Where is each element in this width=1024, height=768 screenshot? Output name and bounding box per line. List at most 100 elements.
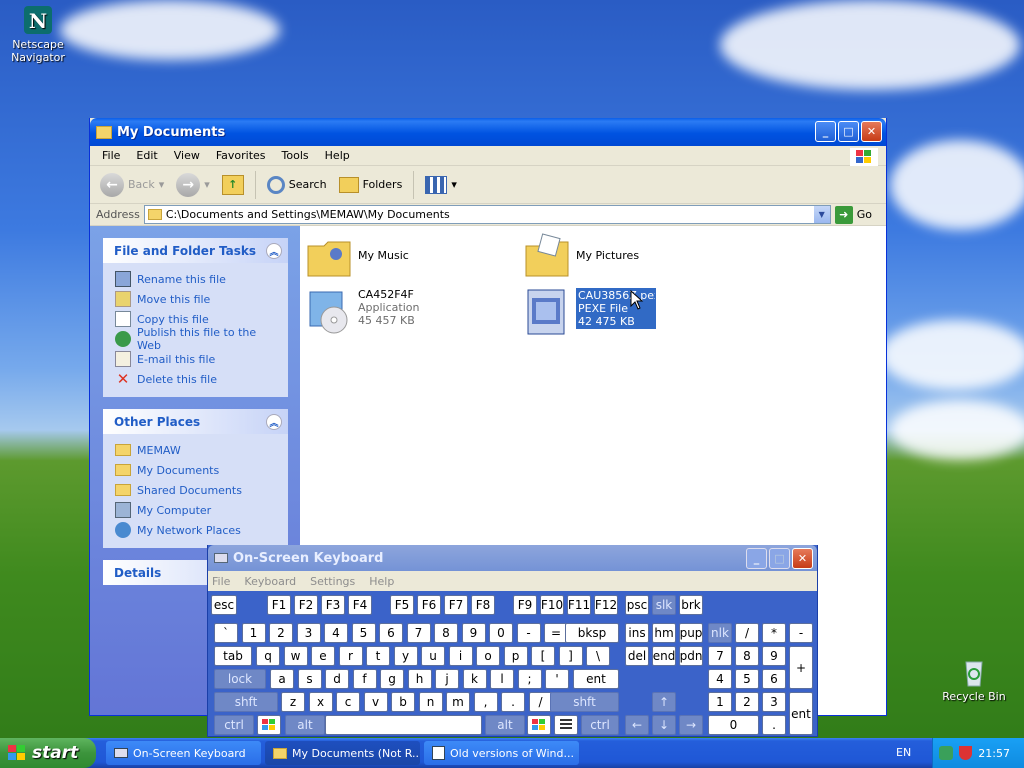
recycle-bin-desktop-icon[interactable]: Recycle Bin xyxy=(936,656,1012,703)
key-num6[interactable]: 6 xyxy=(762,669,786,689)
key-f4[interactable]: F4 xyxy=(348,595,372,615)
go-button[interactable]: Go xyxy=(857,208,872,221)
security-shield-icon[interactable] xyxy=(959,746,973,760)
osk-menu-settings[interactable]: Settings xyxy=(310,575,355,588)
key-num2[interactable]: 2 xyxy=(735,692,759,712)
key-num5[interactable]: 5 xyxy=(735,669,759,689)
key-f8[interactable]: F8 xyxy=(471,595,495,615)
key-numlock[interactable]: nlk xyxy=(708,623,732,643)
key-6-row4[interactable]: m xyxy=(446,692,470,712)
key-menu[interactable] xyxy=(554,715,578,735)
key-3-row1[interactable]: 3 xyxy=(296,623,321,643)
key-f3[interactable]: F3 xyxy=(321,595,345,615)
key-1-row2[interactable]: w xyxy=(283,646,308,666)
key-9-row1[interactable]: 9 xyxy=(461,623,486,643)
key-1-row3[interactable]: s xyxy=(297,669,322,689)
search-button[interactable]: Search xyxy=(263,174,331,196)
key-f7[interactable]: F7 xyxy=(444,595,468,615)
key-12-row2[interactable]: \ xyxy=(586,646,610,666)
key-4-row4[interactable]: b xyxy=(391,692,415,712)
file-ca452f4f[interactable]: CA452F4F Application 45 457 KB xyxy=(306,288,419,336)
address-input[interactable]: C:\Documents and Settings\MEMAW\My Docum… xyxy=(143,205,831,224)
key-7-row3[interactable]: k xyxy=(462,669,487,689)
email-file-link[interactable]: E-mail this file xyxy=(115,349,278,369)
key-num9[interactable]: 9 xyxy=(762,646,786,666)
key-1-row4[interactable]: x xyxy=(308,692,333,712)
go-arrow-icon[interactable]: ➜ xyxy=(834,205,853,224)
place-shared-documents[interactable]: Shared Documents xyxy=(115,480,278,500)
key-spacebar[interactable] xyxy=(325,715,482,735)
key-left-ctrl[interactable]: ctrl xyxy=(214,715,254,735)
netscape-desktop-icon[interactable]: N Netscape Navigator xyxy=(0,4,76,64)
task-my-documents[interactable]: My Documents (Not R... xyxy=(265,741,420,765)
key-f1[interactable]: F1 xyxy=(267,595,291,615)
key-3-row3[interactable]: f xyxy=(352,669,377,689)
key-home[interactable]: hm xyxy=(652,623,676,643)
menu-edit[interactable]: Edit xyxy=(128,149,165,162)
file-folder-tasks-header[interactable]: File and Folder Tasks ︽ xyxy=(103,238,288,263)
key-3-row2[interactable]: r xyxy=(338,646,363,666)
other-places-header[interactable]: Other Places ︽ xyxy=(103,409,288,434)
key-pagedown[interactable]: pdn xyxy=(679,646,703,666)
key-del[interactable]: del xyxy=(625,646,649,666)
file-my-pictures[interactable]: My Pictures xyxy=(524,232,639,278)
osk-close-button[interactable]: ✕ xyxy=(792,548,813,569)
key-0-row2[interactable]: q xyxy=(256,646,280,666)
key-8-row3[interactable]: l xyxy=(490,669,514,689)
key-1-row1[interactable]: 1 xyxy=(241,623,266,643)
key-num-decimal[interactable]: . xyxy=(762,715,786,735)
key-right-ctrl[interactable]: ctrl xyxy=(581,715,619,735)
osk-minimize-button[interactable]: _ xyxy=(746,548,767,569)
key-right-windows[interactable] xyxy=(527,715,551,735)
key-f10[interactable]: F10 xyxy=(540,595,564,615)
place-memaw[interactable]: MEMAW xyxy=(115,440,278,460)
menu-view[interactable]: View xyxy=(166,149,208,162)
osk-menu-help[interactable]: Help xyxy=(369,575,394,588)
key-6-row2[interactable]: u xyxy=(421,646,445,666)
key-slk[interactable]: slk xyxy=(652,595,676,615)
menu-help[interactable]: Help xyxy=(317,149,358,162)
key-11-row2[interactable]: ] xyxy=(558,646,583,666)
key-capslock[interactable]: lock xyxy=(214,669,266,689)
key-4-row1[interactable]: 4 xyxy=(324,623,348,643)
collapse-chevron-icon[interactable]: ︽ xyxy=(266,243,282,259)
start-button[interactable]: start xyxy=(0,738,96,768)
move-file-link[interactable]: Move this file xyxy=(115,289,278,309)
task-old-versions[interactable]: Old versions of Wind... xyxy=(424,741,579,765)
key-f12[interactable]: F12 xyxy=(594,595,618,615)
key-f2[interactable]: F2 xyxy=(294,595,318,615)
key-arrow-up[interactable]: ↑ xyxy=(652,692,676,712)
key-10-row2[interactable]: [ xyxy=(531,646,555,666)
key-5-row2[interactable]: y xyxy=(393,646,418,666)
key-9-row3[interactable]: ; xyxy=(517,669,542,689)
key-num-add[interactable]: + xyxy=(789,646,813,689)
place-my-computer[interactable]: My Computer xyxy=(115,500,278,520)
key-arrow-left[interactable]: ← xyxy=(625,715,649,735)
key-brk[interactable]: brk xyxy=(679,595,703,615)
key-end[interactable]: end xyxy=(652,646,676,666)
forward-button[interactable]: → ▾ xyxy=(172,171,214,199)
key-num8[interactable]: 8 xyxy=(735,646,759,666)
osk-maximize-button[interactable]: □ xyxy=(769,548,790,569)
publish-file-link[interactable]: Publish this file to the Web xyxy=(115,326,278,352)
key-enter[interactable]: ent xyxy=(573,669,619,689)
key-esc[interactable]: esc xyxy=(211,595,237,615)
key-right-shift[interactable]: shft xyxy=(550,692,619,712)
menu-file[interactable]: File xyxy=(94,149,128,162)
key-num0[interactable]: 0 xyxy=(708,715,759,735)
rename-file-link[interactable]: Rename this file xyxy=(115,269,278,289)
clock[interactable]: 21:57 xyxy=(978,747,1010,760)
key-7-row1[interactable]: 7 xyxy=(406,623,431,643)
up-folder-button[interactable]: ↑ xyxy=(218,173,248,197)
key-left-windows[interactable] xyxy=(257,715,281,735)
key-3-row4[interactable]: v xyxy=(363,692,388,712)
key-0-row1[interactable]: ` xyxy=(214,623,238,643)
key-f11[interactable]: F11 xyxy=(567,595,591,615)
key-num-divide[interactable]: / xyxy=(735,623,759,643)
key-num4[interactable]: 4 xyxy=(708,669,732,689)
key-4-row2[interactable]: t xyxy=(366,646,390,666)
menu-favorites[interactable]: Favorites xyxy=(208,149,274,162)
place-my-network[interactable]: My Network Places xyxy=(115,520,278,540)
key-7-row4[interactable]: , xyxy=(473,692,498,712)
key-8-row2[interactable]: o xyxy=(476,646,500,666)
